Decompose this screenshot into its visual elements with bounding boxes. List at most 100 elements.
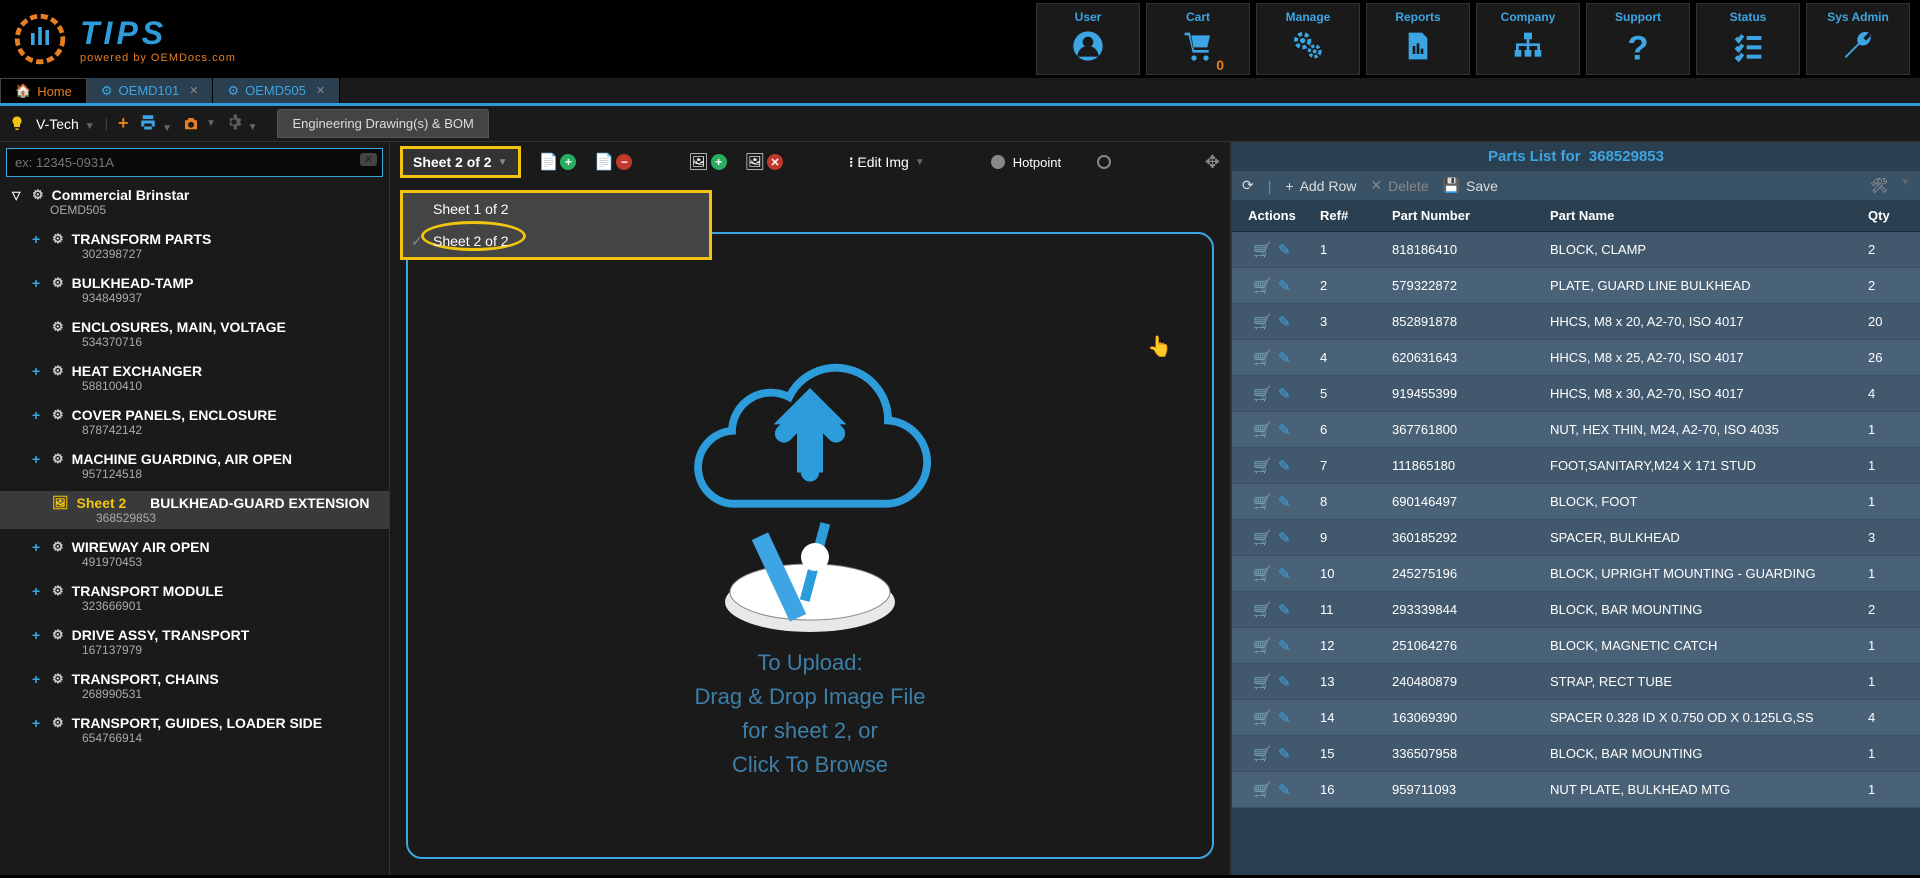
edit-icon[interactable]: ✎ [1278,565,1291,583]
tree-node[interactable]: +⚙TRANSPORT MODULE323666901 [0,579,389,617]
close-tab-icon[interactable]: ✕ [189,84,198,97]
tree-node[interactable]: +⚙HEAT EXCHANGER588100410 [0,359,389,397]
close-tab-icon[interactable]: ✕ [316,84,325,97]
expand-icon[interactable]: + [32,451,44,467]
table-row[interactable]: 🛒✎ 5 919455399 HHCS, M8 x 30, A2-70, ISO… [1232,376,1920,412]
edit-icon[interactable]: ✎ [1278,385,1291,403]
sub-tab-engineering[interactable]: Engineering Drawing(s) & BOM [277,109,488,138]
edit-icon[interactable]: ✎ [1278,637,1291,655]
sheet-selector[interactable]: Sheet 2 of 2 ▼ [400,146,521,178]
cart-icon[interactable]: 🛒 [1253,457,1272,475]
expand-icon[interactable]: + [32,539,44,555]
tree-node[interactable]: +⚙TRANSPORT, CHAINS268990531 [0,667,389,705]
refresh-button[interactable]: ⟳ [1242,177,1254,194]
table-row[interactable]: 🛒✎ 3 852891878 HHCS, M8 x 20, A2-70, ISO… [1232,304,1920,340]
edit-icon[interactable]: ✎ [1278,601,1291,619]
dropdown-item[interactable]: ✓Sheet 2 of 2 [403,225,709,257]
table-row[interactable]: 🛒✎ 11 293339844 BLOCK, BAR MOUNTING 2 [1232,592,1920,628]
lightbulb-icon[interactable] [8,115,26,133]
add-image-button[interactable]: 🖼+ [688,152,726,172]
edit-icon[interactable]: ✎ [1278,241,1291,259]
tree-node[interactable]: ⚙ENCLOSURES, MAIN, VOLTAGE534370716 [0,315,389,353]
tree-node[interactable]: +⚙BULKHEAD-TAMP934849937 [0,271,389,309]
cart-icon[interactable]: 🛒 [1253,565,1272,583]
print-icon[interactable]: ▼ [139,113,173,134]
nav-tile-user[interactable]: User [1036,3,1140,75]
dropdown-item[interactable]: Sheet 1 of 2 [403,193,709,225]
tree-root[interactable]: ▽⚙Commercial BrinstarOEMD505 [0,183,389,221]
search-input[interactable] [6,148,383,177]
table-row[interactable]: 🛒✎ 7 111865180 FOOT,SANITARY,M24 X 171 S… [1232,448,1920,484]
table-row[interactable]: 🛒✎ 12 251064276 BLOCK, MAGNETIC CATCH 1 [1232,628,1920,664]
edit-icon[interactable]: ✎ [1278,745,1291,763]
tree-node[interactable]: +⚙COVER PANELS, ENCLOSURE878742142 [0,403,389,441]
edit-icon[interactable]: ✎ [1278,709,1291,727]
table-row[interactable]: 🛒✎ 10 245275196 BLOCK, UPRIGHT MOUNTING … [1232,556,1920,592]
table-row[interactable]: 🛒✎ 16 959711093 NUT PLATE, BULKHEAD MTG … [1232,772,1920,808]
nav-tile-support[interactable]: Support? [1586,3,1690,75]
cart-icon[interactable]: 🛒 [1253,277,1272,295]
edit-icon[interactable]: ✎ [1278,529,1291,547]
cart-icon[interactable]: 🛒 [1253,709,1272,727]
table-row[interactable]: 🛒✎ 6 367761800 NUT, HEX THIN, M24, A2-70… [1232,412,1920,448]
expand-icon[interactable]: + [32,583,44,599]
move-handle-icon[interactable]: ✥ [1205,152,1220,173]
edit-icon[interactable]: ✎ [1278,349,1291,367]
cart-icon[interactable]: 🛒 [1253,493,1272,511]
table-row[interactable]: 🛒✎ 13 240480879 STRAP, RECT TUBE 1 [1232,664,1920,700]
edit-icon[interactable]: ✎ [1278,457,1291,475]
expand-icon[interactable]: + [32,627,44,643]
tools-caret[interactable]: ▼ [1900,177,1910,194]
edit-icon[interactable]: ✎ [1278,277,1291,295]
cart-icon[interactable]: 🛒 [1253,421,1272,439]
camera-icon[interactable]: ▼ [182,115,216,133]
expand-icon[interactable]: + [32,715,44,731]
cart-icon[interactable]: 🛒 [1253,349,1272,367]
edit-icon[interactable]: ✎ [1278,313,1291,331]
tab-oemd101[interactable]: ⚙OEMD101✕ [87,78,214,103]
settings-icon[interactable]: ▼ [226,114,258,133]
save-button[interactable]: 💾 Save [1443,177,1498,194]
nav-tile-cart[interactable]: Cart0 [1146,3,1250,75]
table-row[interactable]: 🛒✎ 15 336507958 BLOCK, BAR MOUNTING 1 [1232,736,1920,772]
vtech-dropdown[interactable]: V-Tech ▼ [36,116,95,132]
tree-node[interactable]: +⚙TRANSFORM PARTS302398727 [0,227,389,265]
tree-node[interactable]: 🖼Sheet 2 BULKHEAD-GUARD EXTENSION3685298… [0,491,389,529]
tools-icon[interactable]: 🛠 [1870,177,1888,194]
table-row[interactable]: 🛒✎ 2 579322872 PLATE, GUARD LINE BULKHEA… [1232,268,1920,304]
table-row[interactable]: 🛒✎ 14 163069390 SPACER 0.328 ID X 0.750 … [1232,700,1920,736]
cart-icon[interactable]: 🛒 [1253,745,1272,763]
nav-tile-manage[interactable]: Manage [1256,3,1360,75]
remove-image-button[interactable]: 🖼✕ [745,152,783,172]
expand-icon[interactable]: + [32,231,44,247]
tree-node[interactable]: +⚙WIREWAY AIR OPEN491970453 [0,535,389,573]
expand-icon[interactable]: + [32,275,44,291]
nav-tile-sys-admin[interactable]: Sys Admin [1806,3,1910,75]
edit-icon[interactable]: ✎ [1278,493,1291,511]
cart-icon[interactable]: 🛒 [1253,781,1272,799]
table-row[interactable]: 🛒✎ 4 620631643 HHCS, M8 x 25, A2-70, ISO… [1232,340,1920,376]
table-row[interactable]: 🛒✎ 1 818186410 BLOCK, CLAMP 2 [1232,232,1920,268]
edit-icon[interactable]: ✎ [1278,421,1291,439]
remove-sheet-button[interactable]: 📄− [594,152,632,172]
tab-oemd505[interactable]: ⚙OEMD505✕ [213,78,340,103]
expand-icon[interactable]: + [32,363,44,379]
add-sheet-button[interactable]: 📄+ [539,152,577,172]
table-row[interactable]: 🛒✎ 8 690146497 BLOCK, FOOT 1 [1232,484,1920,520]
edit-icon[interactable]: ✎ [1278,781,1291,799]
cart-icon[interactable]: 🛒 [1253,313,1272,331]
nav-tile-reports[interactable]: Reports [1366,3,1470,75]
tree-node[interactable]: +⚙TRANSPORT, GUIDES, LOADER SIDE65476691… [0,711,389,749]
add-button[interactable]: + [118,113,129,134]
cart-icon[interactable]: 🛒 [1253,673,1272,691]
tree-node[interactable]: +⚙MACHINE GUARDING, AIR OPEN957124518 [0,447,389,485]
table-row[interactable]: 🛒✎ 9 360185292 SPACER, BULKHEAD 3 [1232,520,1920,556]
tree-node[interactable]: +⚙DRIVE ASSY, TRANSPORT167137979 [0,623,389,661]
nav-tile-company[interactable]: Company [1476,3,1580,75]
cart-icon[interactable]: 🛒 [1253,241,1272,259]
edit-icon[interactable]: ✎ [1278,673,1291,691]
cart-icon[interactable]: 🛒 [1253,601,1272,619]
clear-search-icon[interactable]: ✕ [360,153,377,166]
add-row-button[interactable]: + Add Row [1285,178,1356,194]
expand-icon[interactable]: + [32,407,44,423]
